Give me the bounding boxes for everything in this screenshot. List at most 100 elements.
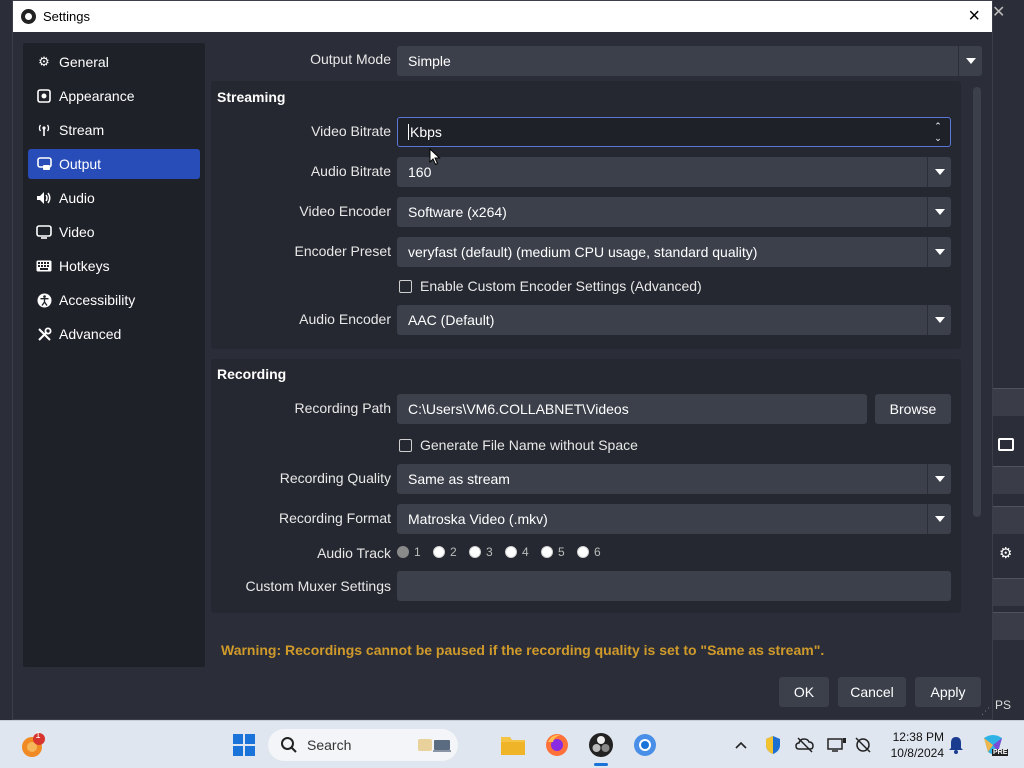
search-placeholder: Search [307, 737, 352, 753]
chevron-down-icon [958, 46, 982, 76]
apply-button[interactable]: Apply [915, 677, 981, 707]
settings-sidebar: ⚙ General Appearance Stream Output Audio… [23, 43, 205, 667]
windows-start-icon[interactable] [230, 729, 258, 761]
audio-encoder-value: AAC (Default) [408, 312, 495, 328]
video-encoder-label: Video Encoder [299, 203, 391, 219]
audio-bitrate-select[interactable]: 160 [397, 157, 951, 187]
custom-encoder-checkbox[interactable]: Enable Custom Encoder Settings (Advanced… [399, 278, 702, 294]
security-shield-icon[interactable] [762, 729, 784, 761]
audio-track-radio-2[interactable]: 2 [433, 545, 457, 559]
audio-track-number: 6 [594, 545, 601, 559]
chrome-icon[interactable] [630, 729, 660, 761]
sidebar-item-hotkeys[interactable]: Hotkeys [28, 251, 200, 281]
recording-quality-select[interactable]: Same as stream [397, 464, 951, 494]
notification-bell-icon[interactable] [946, 729, 966, 761]
custom-muxer-field[interactable] [397, 571, 951, 601]
checkbox-box[interactable] [399, 438, 412, 452]
radio-dot[interactable] [541, 546, 553, 558]
display-icon[interactable] [826, 729, 848, 761]
file-explorer-icon[interactable] [498, 729, 528, 761]
browse-button[interactable]: Browse [875, 394, 951, 424]
radio-dot[interactable] [505, 546, 517, 558]
audio-track-radio-5[interactable]: 5 [541, 545, 565, 559]
encoder-preset-select[interactable]: veryfast (default) (medium CPU usage, st… [397, 237, 951, 267]
chevron-down-icon[interactable]: ⌄ [934, 133, 942, 144]
bg-window-icon[interactable] [998, 438, 1014, 451]
no-space-checkbox[interactable]: Generate File Name without Space [399, 437, 638, 453]
taskbar-search[interactable]: Search [268, 729, 458, 761]
radio-dot[interactable] [469, 546, 481, 558]
recording-title: Recording [217, 366, 287, 382]
audio-track-number: 4 [522, 545, 529, 559]
recording-path-field[interactable]: C:\Users\VM6.COLLABNET\Videos [397, 394, 867, 424]
cancel-button[interactable]: Cancel [838, 677, 906, 707]
sidebar-item-label: Stream [59, 122, 105, 138]
sidebar-item-label: Output [59, 156, 102, 172]
audio-track-number: 3 [486, 545, 493, 559]
obs-logo-icon [21, 9, 36, 24]
close-button[interactable]: × [968, 5, 980, 27]
sidebar-item-label: General [59, 54, 109, 70]
bg-panel-block [993, 578, 1024, 606]
video-bitrate-label: Video Bitrate [311, 123, 391, 139]
recording-format-value: Matroska Video (.mkv) [408, 511, 548, 527]
sidebar-item-label: Video [59, 224, 95, 240]
video-encoder-select[interactable]: Software (x264) [397, 197, 951, 227]
audio-encoder-select[interactable]: AAC (Default) [397, 305, 951, 335]
sidebar-item-video[interactable]: Video [28, 217, 200, 247]
audio-bitrate-value: 160 [408, 164, 432, 180]
recording-quality-label: Recording Quality [279, 470, 391, 486]
chevron-up-icon[interactable]: ⌃ [934, 121, 942, 132]
radio-dot[interactable] [577, 546, 589, 558]
monitor-icon [36, 224, 52, 240]
scrollbar-thumb[interactable] [973, 87, 981, 517]
bg-panel-block [993, 612, 1024, 640]
sidebar-item-stream[interactable]: Stream [28, 115, 200, 145]
windows-taskbar: 1 Search 12:38 PM 10/8/2024 PRE [0, 720, 1024, 768]
copilot-icon[interactable]: PRE [978, 729, 1009, 761]
clock-time: 12:38 PM [892, 730, 944, 744]
location-off-icon[interactable] [852, 729, 874, 761]
firefox-icon[interactable] [542, 729, 572, 761]
bg-panel-block [993, 388, 1024, 416]
chevron-up-icon[interactable] [732, 729, 750, 761]
radio-dot[interactable] [397, 546, 409, 558]
sidebar-item-appearance[interactable]: Appearance [28, 81, 200, 111]
ok-button[interactable]: OK [779, 677, 829, 707]
keyboard-icon [36, 258, 52, 274]
custom-encoder-label: Enable Custom Encoder Settings (Advanced… [420, 278, 702, 294]
audio-track-radio-6[interactable]: 6 [577, 545, 601, 559]
recording-quality-value: Same as stream [408, 471, 510, 487]
sidebar-item-label: Advanced [59, 326, 122, 342]
sidebar-item-general[interactable]: ⚙ General [28, 47, 200, 77]
radio-dot[interactable] [433, 546, 445, 558]
checkbox-box[interactable] [399, 279, 412, 293]
audio-track-radio-3[interactable]: 3 [469, 545, 493, 559]
output-settings-panel: Output Mode Simple Streaming Video Bitra… [211, 43, 985, 673]
output-mode-select[interactable]: Simple [397, 46, 982, 76]
bg-gear-icon[interactable]: ⚙ [999, 544, 1012, 562]
sidebar-item-advanced[interactable]: Advanced [28, 319, 200, 349]
title-bar: Settings × [13, 1, 992, 32]
audio-track-radio-4[interactable]: 4 [505, 545, 529, 559]
notification-app-icon[interactable]: 1 [18, 729, 48, 761]
content-scrollbar[interactable] [972, 83, 982, 628]
resize-grip-icon[interactable]: ⋰ [981, 706, 990, 717]
sidebar-item-audio[interactable]: Audio [28, 183, 200, 213]
bitrate-spinner[interactable]: ⌃ ⌄ [932, 120, 944, 144]
sidebar-item-label: Appearance [59, 88, 135, 104]
appearance-icon [36, 88, 52, 104]
video-bitrate-input[interactable]: Kbps ⌃ ⌄ [397, 117, 951, 147]
sidebar-item-output[interactable]: Output [28, 149, 200, 179]
recording-format-select[interactable]: Matroska Video (.mkv) [397, 504, 951, 534]
video-bitrate-value: Kbps [410, 124, 442, 140]
network-off-icon[interactable] [794, 729, 816, 761]
audio-track-radio-1[interactable]: 1 [397, 545, 421, 559]
search-icon [281, 737, 297, 753]
sidebar-item-accessibility[interactable]: Accessibility [28, 285, 200, 315]
obs-app-icon[interactable] [586, 729, 616, 766]
sidebar-item-label: Audio [59, 190, 95, 206]
notification-badge: 1 [35, 730, 41, 740]
taskbar-clock[interactable]: 12:38 PM 10/8/2024 [880, 729, 944, 761]
bg-close-icon[interactable]: ✕ [992, 2, 1005, 22]
